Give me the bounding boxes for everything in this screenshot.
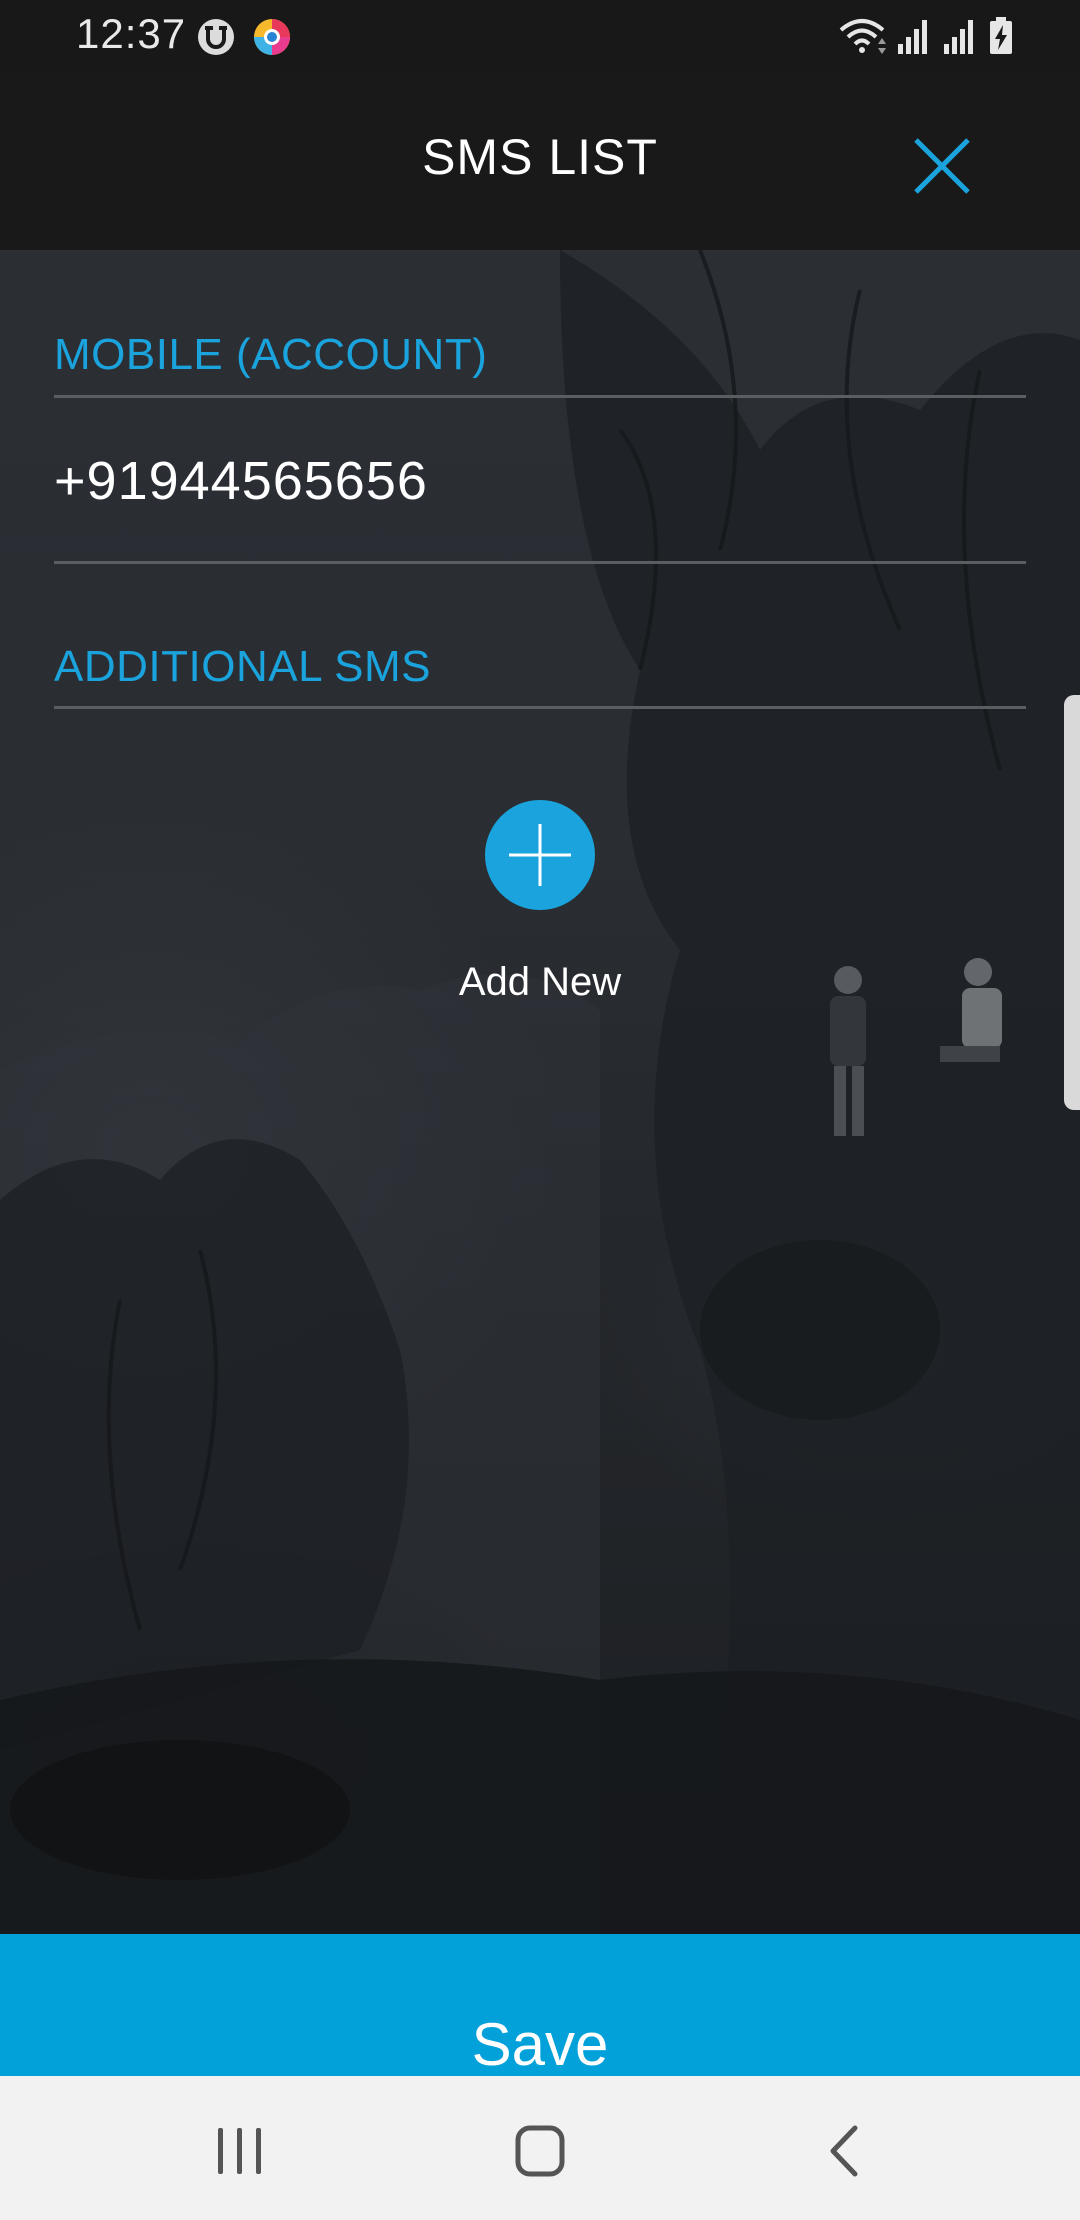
recents-button[interactable] (200, 2116, 280, 2186)
content-area: MOBILE (ACCOUNT) +91944565656 ADDITIONAL… (0, 250, 1080, 1934)
home-icon (515, 2125, 565, 2177)
header: SMS LIST (0, 72, 1080, 250)
mobile-number-value: +91944565656 (54, 451, 428, 511)
add-new-label[interactable]: Add New (0, 960, 1080, 1005)
signal-icon (898, 20, 927, 54)
status-time: 12:37 (76, 10, 187, 57)
save-label: Save (471, 2011, 609, 2078)
save-button[interactable]: Save (0, 1934, 1080, 2078)
back-icon (830, 2125, 858, 2177)
edge-panel-handle[interactable] (1064, 695, 1080, 1110)
divider (54, 561, 1026, 564)
back-button[interactable] (805, 2116, 885, 2186)
close-button[interactable] (902, 126, 982, 206)
additional-sms-label: ADDITIONAL SMS (54, 642, 431, 691)
sms-list-screen: 12:37 SMS LIST MOBILE (ACCOUNT) +9194456… (0, 0, 1080, 2220)
plus-icon (509, 824, 571, 886)
divider (54, 706, 1026, 709)
signal-icon (944, 20, 973, 54)
system-nav-bar (0, 2076, 1080, 2220)
add-new-button[interactable] (485, 800, 595, 910)
mobile-account-label: MOBILE (ACCOUNT) (54, 330, 488, 379)
home-button[interactable] (500, 2116, 580, 2186)
recents-icon (218, 2128, 261, 2174)
wifi-icon (839, 19, 886, 54)
close-icon (914, 138, 970, 194)
status-bar: 12:37 (0, 0, 1080, 72)
colorful-app-icon (252, 17, 292, 57)
divider (54, 395, 1026, 398)
battery-charging-icon (990, 17, 1012, 54)
u-circle-icon (196, 17, 236, 57)
